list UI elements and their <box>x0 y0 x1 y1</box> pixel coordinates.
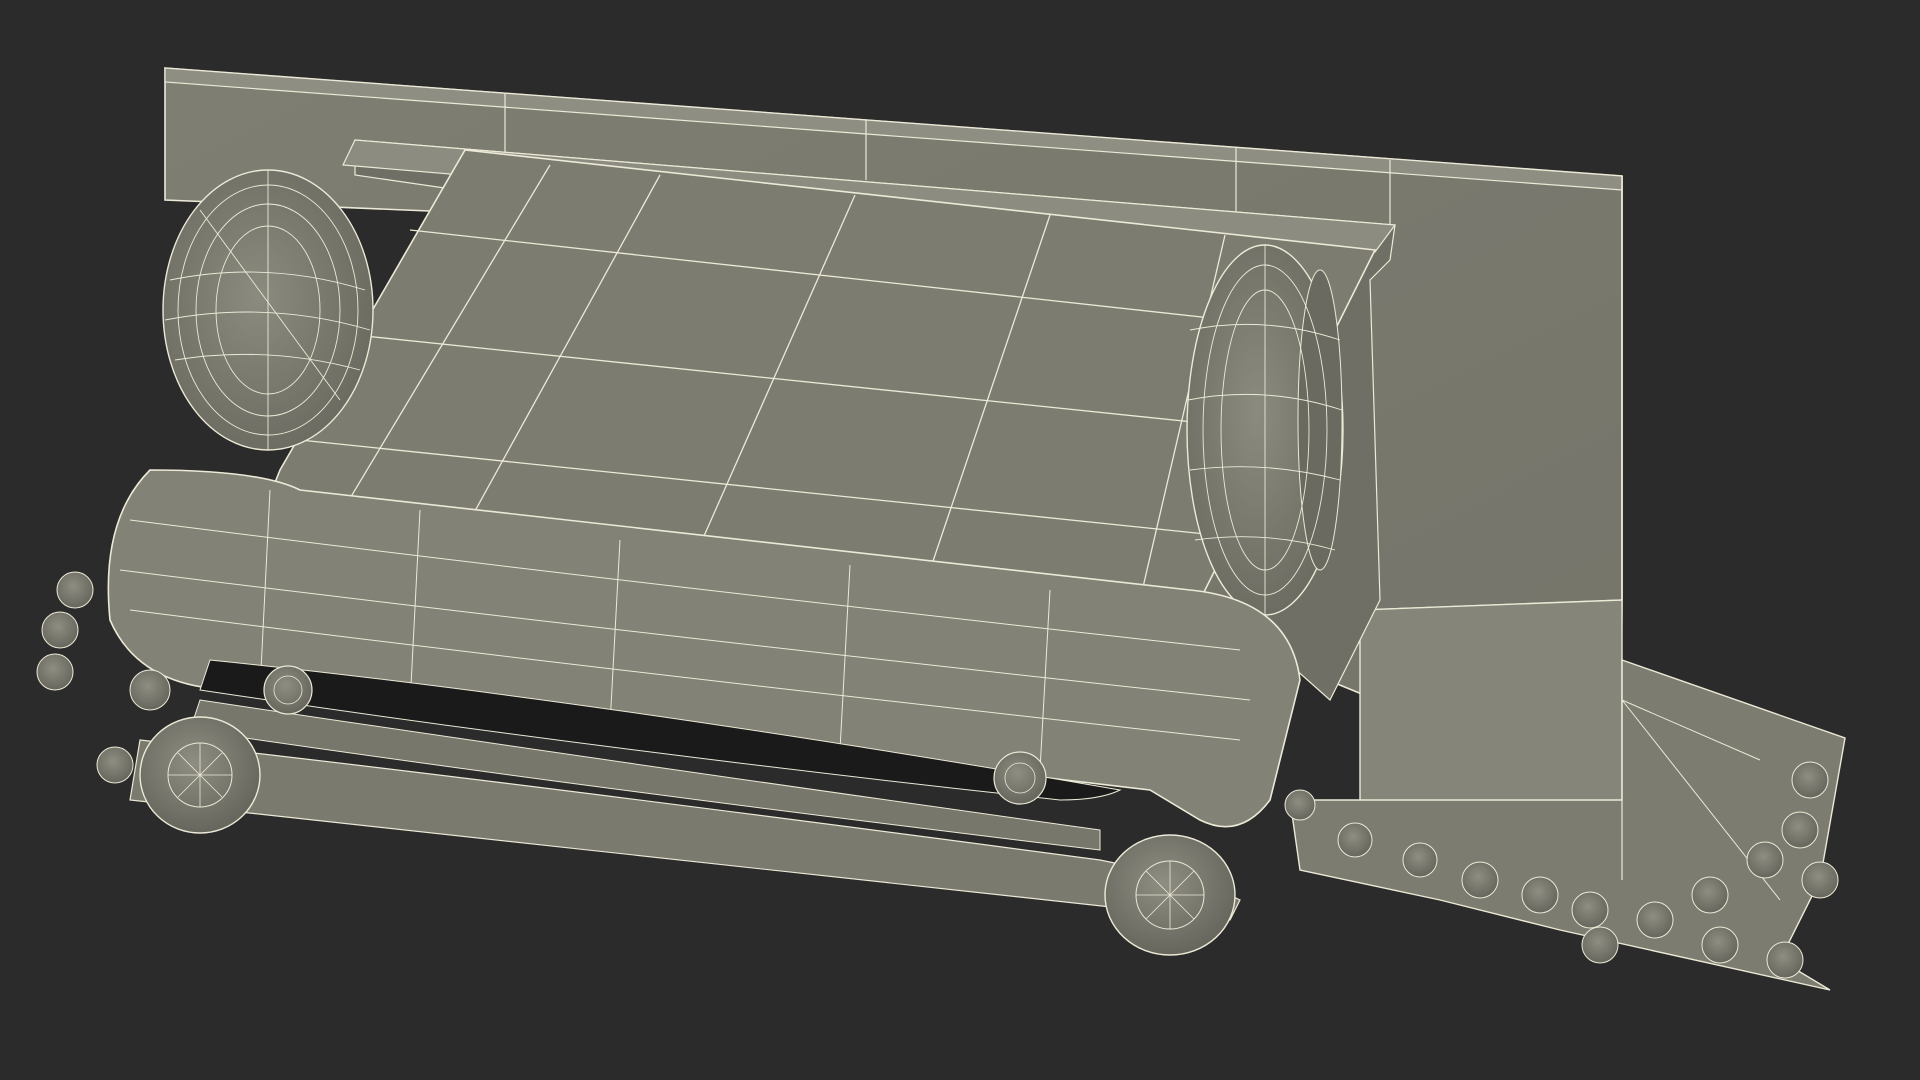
right-roller <box>1104 834 1236 956</box>
bumper-knob-left <box>263 665 313 715</box>
right-tire <box>1186 244 1344 616</box>
render-viewport <box>0 0 1920 1080</box>
blade-edge <box>1289 599 1846 991</box>
wireframe-render <box>36 67 1846 991</box>
bumper-knob-right <box>993 751 1047 805</box>
left-tire <box>162 169 374 451</box>
left-roller <box>139 716 261 834</box>
